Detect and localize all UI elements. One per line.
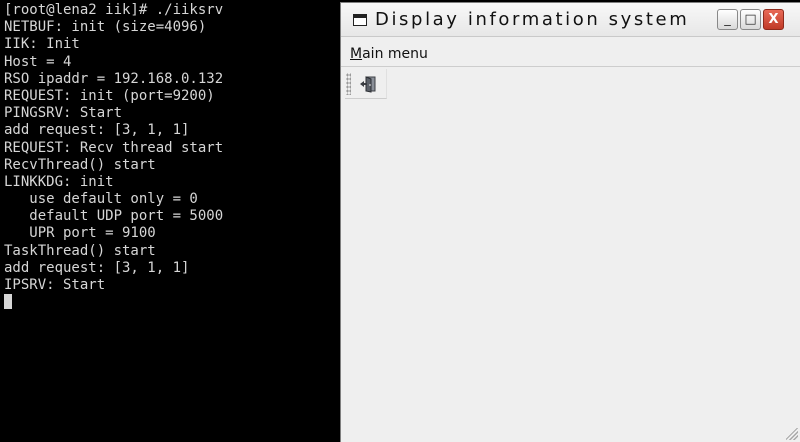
toolbar-grip-handle[interactable] xyxy=(346,73,351,95)
terminal-prompt-line[interactable] xyxy=(4,294,340,311)
terminal-line: use default only = 0 xyxy=(4,191,198,208)
terminal-line: REQUEST: Recv thread start xyxy=(4,139,224,156)
text-cursor xyxy=(4,294,12,310)
terminal-line: add request: [3, 1, 1] xyxy=(4,122,190,139)
window-icon[interactable] xyxy=(353,14,367,26)
terminal-line: LINKKDG: init xyxy=(4,173,114,190)
terminal-line: IIK: Init xyxy=(4,36,80,53)
terminal-line: UPR port = 9100 xyxy=(4,225,156,242)
terminal-line: NETBUF: init (size=4096) xyxy=(4,19,207,36)
main-menu-accelerator: M xyxy=(350,46,363,62)
terminal-line: add request: [3, 1, 1] xyxy=(4,259,190,276)
minimize-button[interactable]: _ xyxy=(717,9,738,30)
terminal-line: RecvThread() start xyxy=(4,156,156,173)
app-window: Display information system _ □ X Main me… xyxy=(340,2,800,442)
main-menu-label: ain menu xyxy=(362,46,428,62)
exit-door-icon[interactable] xyxy=(359,75,379,93)
terminal-line: default UDP port = 5000 xyxy=(4,208,224,225)
terminal-line: TaskThread() start xyxy=(4,242,156,259)
terminal[interactable]: [root@lena2 iik]# ./iiksrv NETBUF: init … xyxy=(0,0,340,442)
toolbar xyxy=(345,69,387,99)
terminal-line: RSO ipaddr = 192.168.0.132 xyxy=(4,70,224,87)
main-menu[interactable]: Main menu xyxy=(350,46,428,62)
maximize-button[interactable]: □ xyxy=(740,9,761,30)
terminal-line: PINGSRV: Start xyxy=(4,105,123,122)
terminal-line: Host = 4 xyxy=(4,53,72,70)
terminal-line: REQUEST: init (port=9200) xyxy=(4,87,215,104)
terminal-line: IPSRV: Start xyxy=(4,277,106,293)
resize-grip[interactable] xyxy=(786,428,798,440)
window-title: Display information system xyxy=(375,9,690,30)
close-button[interactable]: X xyxy=(763,9,784,30)
menu-bar: Main menu xyxy=(341,37,800,67)
terminal-line: [root@lena2 iik]# ./iiksrv xyxy=(4,2,224,18)
title-bar[interactable]: Display information system _ □ X xyxy=(341,3,800,37)
